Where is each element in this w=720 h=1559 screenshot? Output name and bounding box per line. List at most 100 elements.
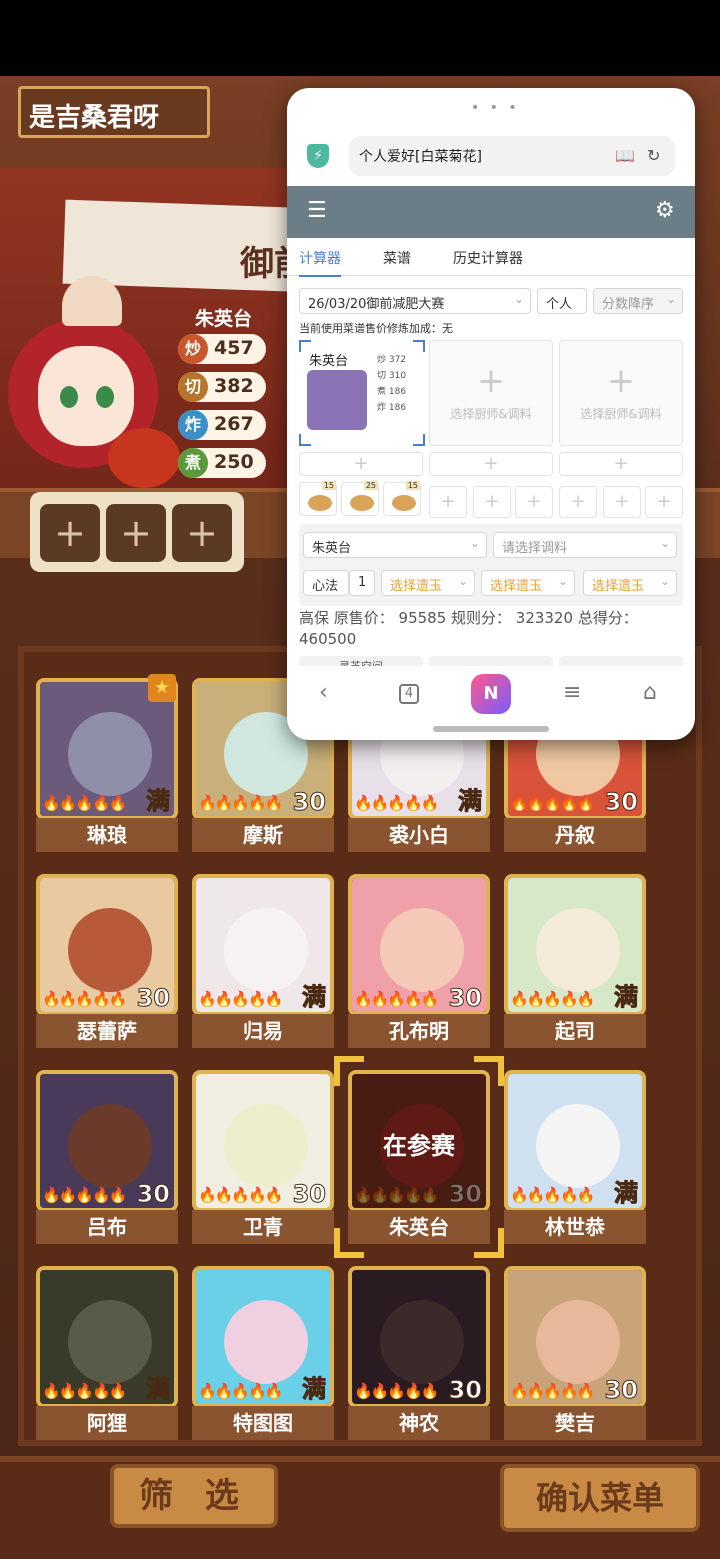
add-dish-button[interactable]: + [429,486,467,518]
menu-icon[interactable]: ≡ [563,680,581,705]
window-drag-handle[interactable]: • • • [471,100,520,116]
contest-select[interactable]: 26/03/20御前减肥大赛 ⌄ [299,288,531,314]
chef-avatar: 🔥🔥🔥🔥🔥 30 [192,1070,334,1212]
address-text: 个人爱好[白菜菊花] [359,149,482,165]
chef-card[interactable]: 🔥🔥🔥🔥🔥 30 孔布明 [348,874,490,1052]
chef-slot-selected[interactable]: 朱英台 炒 372 切 310 煮 186 炸 186 [299,340,425,446]
tab-count-icon[interactable]: 4 [399,684,419,704]
chef-name: 起司 [504,1014,646,1048]
relic-select[interactable]: 选择遗玉 ⌄ [481,570,575,596]
chef-avatar: 🔥🔥🔥🔥🔥 30 [36,1070,178,1212]
empty-chef-slot[interactable]: + 选择厨师&调料 [559,340,683,446]
gear-icon[interactable]: ⚙ [655,198,675,223]
chef-level: 30 [448,984,482,1013]
add-equip-button[interactable]: + [299,452,423,476]
relic-select[interactable]: 选择遗玉 ⌄ [381,570,475,596]
dish-slot-bar: + + + [30,492,244,572]
app-launcher-icon[interactable]: N [471,674,511,714]
relic-placeholder: 选择遗玉 [390,579,443,594]
shield-icon[interactable]: ⚡ [307,144,329,168]
featured-chef-name: 朱英台 [195,308,253,330]
chef-card[interactable]: 🔥🔥🔥🔥🔥 30 樊吉 [504,1266,646,1444]
chef-avatar: 🔥🔥🔥🔥🔥 30 [504,1266,646,1408]
add-equip-button[interactable]: + [559,452,683,476]
heart-level-input[interactable]: 1 [349,570,375,596]
back-icon[interactable]: ‹ [319,680,328,705]
slot-chef-stat: 煮 186 [377,387,407,397]
chevron-down-icon: ⌄ [659,536,670,550]
add-equip-button[interactable]: + [429,452,553,476]
chef-level: 30 [292,788,326,817]
sort-select-placeholder: 分数降序 [602,297,655,312]
chef-config-panel: 朱英台 ⌄ 请选择调料 ⌄ 心法 1 选择遗玉 ⌄ 选择遗玉 ⌄ 选择遗玉 ⌄ [299,524,683,606]
chef-card[interactable]: 🔥🔥🔥🔥🔥 满琳琅 ★ [36,674,178,856]
seasoning-select[interactable]: 请选择调料 ⌄ [493,532,677,558]
dish-count: 15 [405,481,420,490]
chef-level: 30 [448,1376,482,1405]
window-resize-handle[interactable] [433,726,549,732]
sort-select[interactable]: 分数降序 ⌄ [593,288,683,314]
flame-rating-icon: 🔥🔥🔥🔥🔥 [354,990,439,1008]
scope-select[interactable]: 个人 [537,288,587,314]
empty-slot-label: 选择厨师&调料 [450,407,532,421]
filter-button[interactable]: 筛 选 [110,1464,278,1528]
chef-level: 满 [146,787,171,816]
dish-slot[interactable]: 15 [299,481,337,516]
home-icon[interactable]: ⌂ [643,680,657,705]
chef-card[interactable]: 🔥🔥🔥🔥🔥30在参赛朱英台 [334,1056,504,1258]
stat-value: 250 [214,451,254,473]
stat-badge: 炒 [178,334,208,364]
empty-chef-slot[interactable]: + 选择厨师&调料 [429,340,553,446]
chef-level: 满 [146,1375,171,1404]
chef-card[interactable]: 🔥🔥🔥🔥🔥 满起司 [504,874,646,1052]
add-dish-button[interactable]: + [515,486,553,518]
slot-chef-avatar [307,370,367,430]
chef-card[interactable]: 🔥🔥🔥🔥🔥 30 吕布 [36,1070,178,1248]
tab-history-calculator[interactable]: 历史计算器 [453,248,523,268]
chef-card[interactable]: 🔥🔥🔥🔥🔥 30 卫青 [192,1070,334,1248]
chef-level: 满 [614,983,639,1012]
refresh-icon[interactable]: ↻ [647,146,660,165]
chef-card[interactable]: 🔥🔥🔥🔥🔥 满特图图 [192,1266,334,1444]
confirm-menu-button[interactable]: 确认菜单 [500,1464,700,1532]
add-dish-button[interactable]: + [645,486,683,518]
chef-select[interactable]: 朱英台 ⌄ [303,532,487,558]
flame-rating-icon: 🔥🔥🔥🔥🔥 [354,1382,439,1400]
stat-badge: 炸 [178,410,208,440]
dish-slot[interactable]: 25 [341,481,379,516]
add-dish-button[interactable]: + [559,486,597,518]
add-dish-button[interactable]: + [40,504,100,562]
chef-head [380,908,464,992]
dish-icon [392,495,416,511]
chef-level: 满 [302,1375,327,1404]
status-bar [0,0,720,76]
chef-grid: 🔥🔥🔥🔥🔥 满琳琅 ★ 🔥🔥🔥🔥🔥 30 摩斯 🔥🔥🔥🔥🔥 满裘小白 🔥🔥🔥🔥🔥 30 丹叙 🔥🔥🔥🔥… [18,646,702,1446]
chef-card[interactable]: 🔥🔥🔥🔥🔥 满阿狸 [36,1266,178,1444]
chef-head [536,908,620,992]
dish-slot[interactable]: 15 [383,481,421,516]
add-dish-button[interactable]: + [473,486,511,518]
add-dish-button[interactable]: + [603,486,641,518]
player-name[interactable]: 是吉桑君呀 [18,86,210,138]
settings-sliders-icon[interactable]: ☰ [307,198,327,223]
chef-card[interactable]: 🔥🔥🔥🔥🔥 30 瑟蕾萨 [36,874,178,1052]
chef-name: 裘小白 [348,818,490,852]
relic-select[interactable]: 选择遗玉 ⌄ [583,570,677,596]
chef-card[interactable]: 🔥🔥🔥🔥🔥 满归易 [192,874,334,1052]
add-dish-button[interactable]: + [172,504,232,562]
flame-rating-icon: 🔥🔥🔥🔥🔥 [510,990,595,1008]
chef-level: 30 [136,984,170,1013]
stat-pill: 炒 457 [178,334,266,364]
tab-calculator[interactable]: 计算器 [299,248,341,277]
chef-eye [60,386,78,408]
tab-recipes[interactable]: 菜谱 [383,248,411,268]
chef-level: 满 [614,1179,639,1208]
reader-mode-icon[interactable]: 📖 [615,146,635,165]
chef-name: 摩斯 [192,818,334,852]
chef-card[interactable]: 🔥🔥🔥🔥🔥 满林世恭 [504,1070,646,1248]
stat-badge: 煮 [178,448,208,478]
address-bar[interactable]: 个人爱好[白菜菊花] 📖 ↻ [349,136,675,176]
add-dish-button[interactable]: + [106,504,166,562]
chef-card[interactable]: 🔥🔥🔥🔥🔥 30 神农 [348,1266,490,1444]
stat-badge: 切 [178,372,208,402]
